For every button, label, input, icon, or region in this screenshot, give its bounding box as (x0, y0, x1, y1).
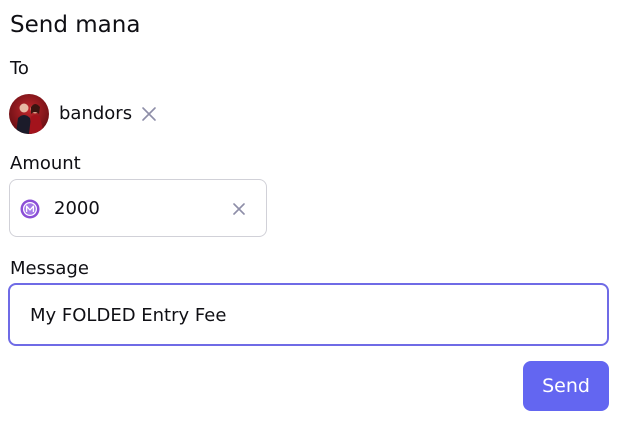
amount-field (9, 179, 267, 237)
recipient-avatar (9, 94, 49, 134)
amount-label: Amount (10, 153, 81, 174)
mana-coin-icon (20, 199, 40, 219)
message-field (8, 283, 609, 346)
amount-input[interactable] (54, 195, 214, 221)
send-button[interactable]: Send (523, 361, 609, 411)
close-icon (233, 203, 245, 215)
clear-amount-button[interactable] (230, 200, 248, 218)
selected-recipient: bandors (9, 93, 158, 135)
to-label: To (10, 58, 29, 79)
remove-recipient-button[interactable] (140, 105, 158, 123)
page-title: Send mana (10, 12, 141, 38)
message-input[interactable] (30, 302, 590, 328)
message-label: Message (10, 258, 89, 279)
recipient-name: bandors (59, 103, 133, 124)
close-icon (142, 107, 156, 121)
